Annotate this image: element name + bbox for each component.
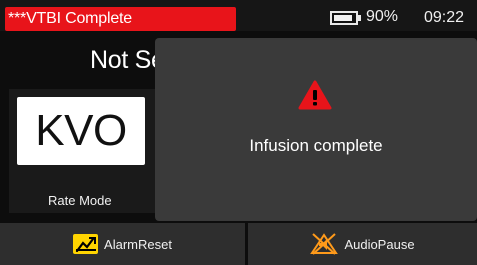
alarm-reset-button[interactable]: AlarmReset	[0, 223, 245, 265]
battery-icon	[330, 11, 358, 25]
status-text: Not Se	[90, 46, 165, 74]
bottom-bar: AlarmReset AudioPause	[0, 221, 477, 265]
audio-pause-label: AudioPause	[344, 236, 415, 252]
battery-level-fill	[334, 15, 352, 21]
clock: 09:22	[424, 9, 465, 26]
warning-triangle-icon	[298, 80, 332, 110]
alarm-popup[interactable]: Infusion complete	[155, 38, 477, 221]
alarm-reset-icon	[73, 234, 99, 254]
alarm-banner[interactable]: ***VTBI Complete	[5, 7, 236, 31]
audio-pause-icon	[310, 233, 339, 255]
battery-tip	[358, 15, 361, 21]
mode-value[interactable]: KVO	[17, 97, 145, 165]
status-bar: ***VTBI Complete 90% 09:22	[0, 0, 477, 31]
rate-mode-label: Rate Mode	[48, 193, 112, 208]
popup-message: Infusion complete	[249, 136, 383, 155]
audio-pause-button[interactable]: AudioPause	[248, 223, 477, 265]
alarm-reset-label: AlarmReset	[104, 236, 172, 252]
battery-percent: 90%	[366, 8, 399, 25]
